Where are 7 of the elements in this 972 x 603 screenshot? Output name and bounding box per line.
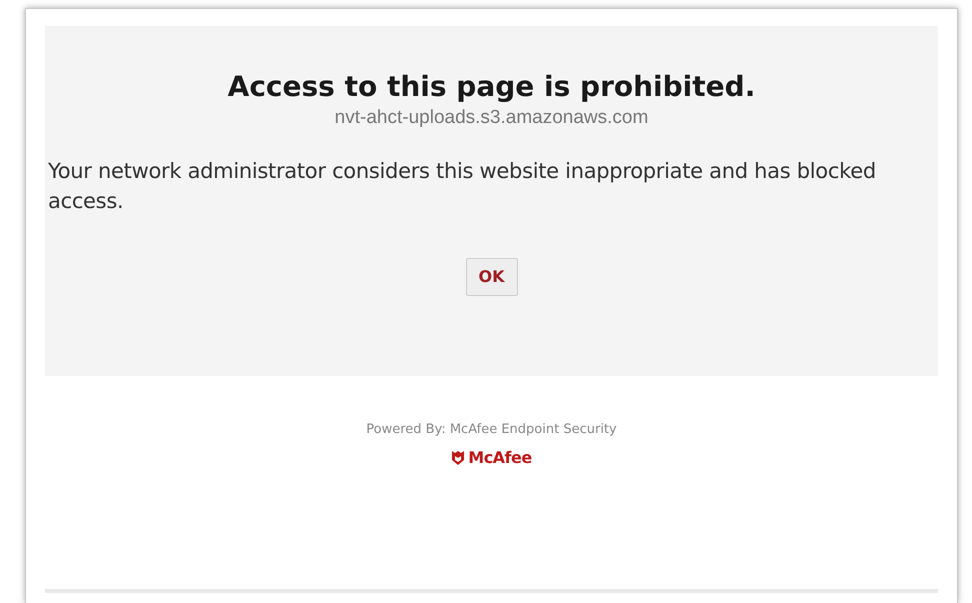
logo-text: McAfee [468,446,532,468]
block-message: Your network administrator considers this website inappropriate and has blocked access. [47,158,877,215]
powered-by-text: Powered By: McAfee Endpoint Security [365,421,618,439]
blocked-url: nvt-ahct-uploads.s3.amazonaws.com [334,106,650,130]
ok-button[interactable]: OK [466,258,518,296]
shield-icon [451,450,466,466]
dialog-title: Access to this page is prohibited. [226,70,756,104]
